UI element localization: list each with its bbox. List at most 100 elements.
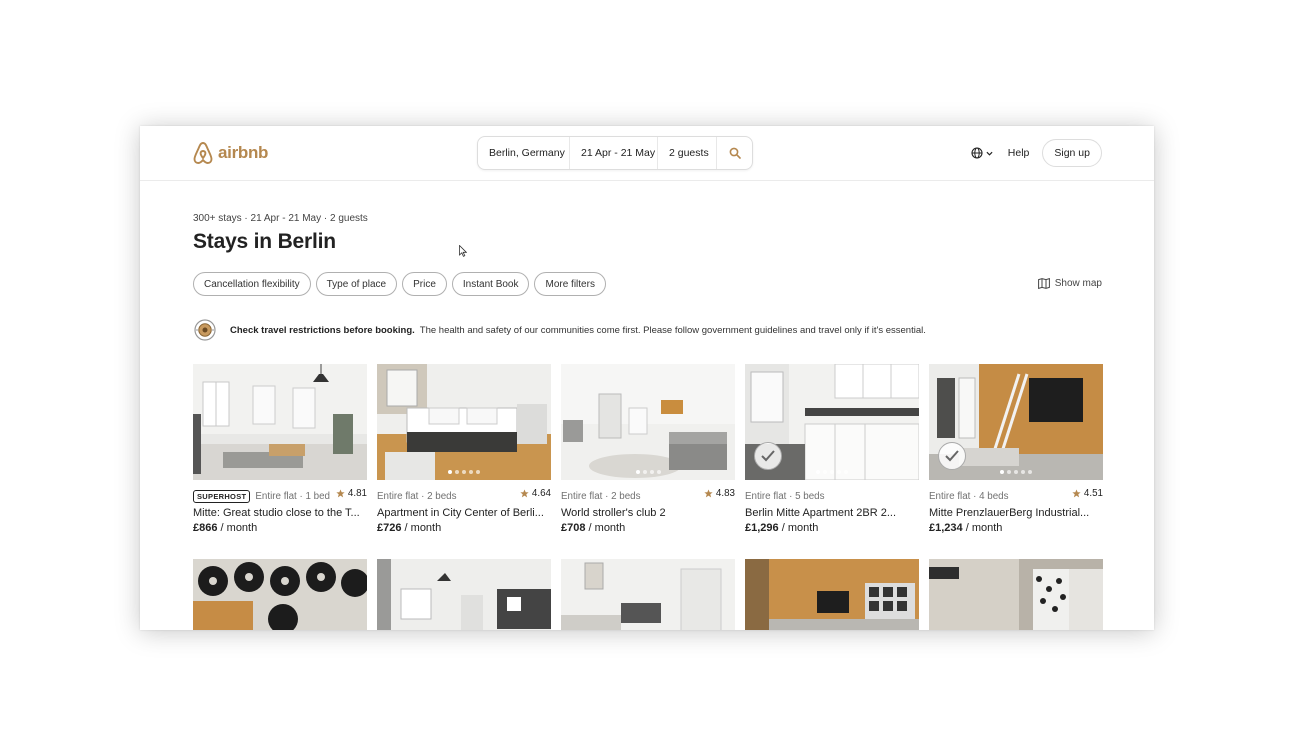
verified-badge [938, 442, 966, 470]
listing-photo-image [745, 559, 919, 630]
listing-info: Entire flat · 2 beds 4.83 [561, 488, 735, 504]
photo-carousel-dots [377, 470, 551, 474]
listing-photo[interactable] [561, 364, 735, 480]
listing-title[interactable]: Berlin Mitte Apartment 2BR 2... [745, 505, 919, 521]
search-icon [729, 147, 741, 159]
listing-card[interactable] [929, 559, 1103, 630]
price-amount: £1,234 [929, 522, 963, 534]
filter-price[interactable]: Price [402, 272, 447, 296]
listing-rating: 4.64 [520, 488, 551, 499]
logo-text: airbnb [218, 143, 269, 162]
price-period: / month [217, 522, 258, 534]
search-bar[interactable]: Berlin, Germany 21 Apr - 21 May 2 guests [477, 136, 753, 170]
listing-photo[interactable] [193, 559, 367, 630]
listing-info: Entire flat · 4 beds 4.51 [929, 488, 1103, 504]
filter-type-of-place[interactable]: Type of place [315, 272, 398, 296]
star-icon [336, 489, 345, 498]
listing-photo[interactable] [377, 559, 551, 630]
chevron-down-icon [986, 151, 993, 156]
listing-card[interactable]: SUPERHOST Entire flat · 1 bed 4.81 Mitte… [193, 364, 367, 536]
sign-up-button[interactable]: Sign up [1042, 139, 1102, 167]
listing-info: SUPERHOST Entire flat · 1 bed 4.81 [193, 488, 367, 504]
price-period: / month [585, 522, 626, 534]
check-icon [945, 450, 959, 462]
listing-type: Entire flat · 4 beds [929, 490, 1009, 502]
star-icon [1072, 489, 1081, 498]
listing-type: Entire flat · 5 beds [745, 490, 825, 502]
listing-price: £708 / month [561, 521, 735, 536]
notice-body: The health and safety of our communities… [419, 324, 926, 336]
listing-photo[interactable] [929, 364, 1103, 480]
listing-photo-image [561, 559, 735, 630]
listing-photo[interactable] [745, 559, 919, 630]
price-amount: £866 [193, 522, 218, 534]
listing-card[interactable] [377, 559, 551, 630]
show-map-button[interactable]: Show map [1037, 278, 1102, 289]
listing-card[interactable] [193, 559, 367, 630]
listing-card[interactable] [745, 559, 919, 630]
listing-card[interactable] [561, 559, 735, 630]
listing-photo[interactable] [745, 364, 919, 480]
header-actions: Help Sign up [971, 139, 1102, 167]
mouse-cursor-icon [459, 245, 467, 257]
listing-type: Entire flat · 1 bed [255, 490, 330, 502]
price-period: / month [401, 522, 442, 534]
listing-title[interactable]: Mitte: Great studio close to the T... [193, 505, 367, 521]
listing-card[interactable]: Entire flat · 2 beds 4.83 World stroller… [561, 364, 735, 536]
photo-carousel-dots [561, 470, 735, 474]
search-guests[interactable]: 2 guests [658, 137, 717, 169]
top-navigation: airbnb Berlin, Germany 21 Apr - 21 May 2… [140, 126, 1154, 181]
airbnb-logo-icon [193, 142, 213, 164]
rating-value: 4.64 [531, 488, 551, 499]
help-link[interactable]: Help [1008, 147, 1030, 159]
results-meta: 300+ stays · 21 Apr - 21 May · 2 guests [193, 213, 368, 224]
listing-photo[interactable] [561, 559, 735, 630]
star-icon [520, 489, 529, 498]
rating-value: 4.81 [347, 488, 367, 499]
search-button[interactable] [717, 137, 752, 169]
globe-icon [971, 147, 983, 159]
price-period: / month [962, 522, 1003, 534]
rating-value: 4.83 [715, 488, 735, 499]
listing-rating: 4.81 [336, 488, 367, 499]
listing-photo-image [377, 559, 551, 630]
listing-rating: 4.51 [1072, 488, 1103, 499]
listing-price: £726 / month [377, 521, 551, 536]
travel-notice: Check travel restrictions before booking… [193, 318, 926, 342]
listing-photo-image [929, 559, 1103, 630]
listing-photo[interactable] [193, 364, 367, 480]
listing-price: £866 / month [193, 521, 367, 536]
listing-card[interactable]: Entire flat · 5 beds Berlin Mitte Apartm… [745, 364, 919, 536]
listing-photo-image [561, 364, 735, 480]
listing-card[interactable]: Entire flat · 2 beds 4.64 Apartment in C… [377, 364, 551, 536]
airbnb-logo[interactable]: airbnb [192, 141, 268, 165]
listing-price: £1,234 / month [929, 521, 1103, 536]
listing-photo[interactable] [377, 364, 551, 480]
check-icon [761, 450, 775, 462]
verified-badge [754, 442, 782, 470]
listing-photo[interactable] [929, 559, 1103, 630]
listing-card[interactable]: Entire flat · 4 beds 4.51 Mitte Prenzlau… [929, 364, 1103, 536]
listing-type: Entire flat · 2 beds [377, 490, 457, 502]
listing-title[interactable]: Apartment in City Center of Berli... [377, 505, 551, 521]
superhost-badge: SUPERHOST [193, 489, 251, 503]
browser-window: airbnb Berlin, Germany 21 Apr - 21 May 2… [140, 126, 1154, 630]
price-period: / month [778, 522, 819, 534]
price-amount: £726 [377, 522, 402, 534]
search-location[interactable]: Berlin, Germany [478, 137, 570, 169]
filter-cancellation-flexibility[interactable]: Cancellation flexibility [193, 272, 311, 296]
page-title: Stays in Berlin [193, 230, 336, 253]
filter-more-filters[interactable]: More filters [534, 272, 606, 296]
listing-title[interactable]: World stroller's club 2 [561, 505, 735, 521]
star-icon [704, 489, 713, 498]
listing-info: Entire flat · 2 beds 4.64 [377, 488, 551, 504]
listing-photo-image [377, 364, 551, 480]
price-amount: £1,296 [745, 522, 779, 534]
photo-carousel-dots [745, 470, 919, 474]
language-selector[interactable] [971, 147, 993, 159]
listing-title[interactable]: Mitte PrenzlauerBerg Industrial... [929, 505, 1103, 521]
search-dates[interactable]: 21 Apr - 21 May [570, 137, 658, 169]
photo-carousel-dots [929, 470, 1103, 474]
listing-info: Entire flat · 5 beds [745, 488, 919, 504]
filter-instant-book[interactable]: Instant Book [451, 272, 530, 296]
